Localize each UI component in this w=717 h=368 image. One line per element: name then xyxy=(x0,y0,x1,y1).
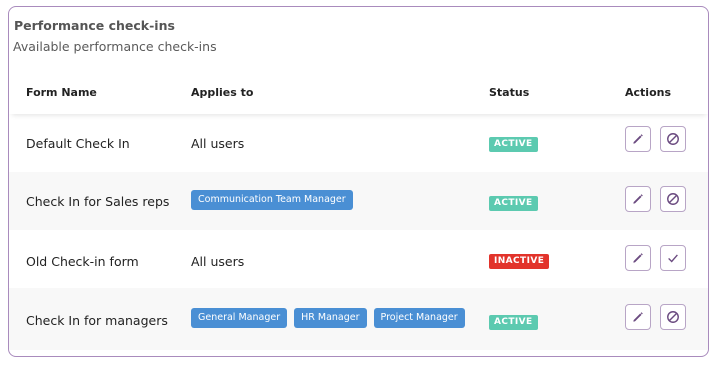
header-status: Status xyxy=(489,86,530,99)
header-applies-to: Applies to xyxy=(191,86,254,99)
role-tag: HR Manager xyxy=(294,308,367,328)
disable-icon xyxy=(667,193,679,205)
table-row: Check In for managers General Manager HR… xyxy=(9,288,708,350)
applies-to-tags: Communication Team Manager xyxy=(191,190,353,210)
applies-to-text: All users xyxy=(191,136,245,151)
applies-to-text: All users xyxy=(191,254,245,269)
edit-button[interactable] xyxy=(625,245,651,271)
card-title: Performance check-ins xyxy=(14,18,175,33)
disable-icon xyxy=(667,311,679,323)
pencil-icon xyxy=(633,253,643,263)
header-form-name: Form Name xyxy=(26,86,97,99)
edit-button[interactable] xyxy=(625,186,651,212)
edit-button[interactable] xyxy=(625,304,651,330)
table-row: Old Check-in form All users INACTIVE xyxy=(9,230,708,288)
activate-button[interactable] xyxy=(660,245,686,271)
applies-to-tags: General Manager HR Manager Project Manag… xyxy=(191,308,465,328)
status-badge: ACTIVE xyxy=(489,137,538,152)
checkins-card: Performance check-ins Available performa… xyxy=(8,6,709,357)
pencil-icon xyxy=(633,134,643,144)
role-tag: Project Manager xyxy=(373,308,465,328)
form-name: Old Check-in form xyxy=(26,254,139,269)
disable-button[interactable] xyxy=(660,186,686,212)
disable-icon xyxy=(667,133,679,145)
role-tag: Communication Team Manager xyxy=(191,190,353,210)
status-badge: INACTIVE xyxy=(489,254,550,269)
edit-button[interactable] xyxy=(625,126,651,152)
checkmark-icon xyxy=(668,254,678,263)
table-row: Check In for Sales reps Communication Te… xyxy=(9,172,708,230)
form-name: Default Check In xyxy=(26,136,130,151)
disable-button[interactable] xyxy=(660,126,686,152)
status-badge: ACTIVE xyxy=(489,196,538,211)
pencil-icon xyxy=(633,194,643,204)
disable-button[interactable] xyxy=(660,304,686,330)
pencil-icon xyxy=(633,312,643,322)
role-tag: General Manager xyxy=(191,308,288,328)
form-name: Check In for managers xyxy=(26,313,168,328)
card-subtitle: Available performance check-ins xyxy=(13,39,217,54)
status-badge: ACTIVE xyxy=(489,315,538,330)
form-name: Check In for Sales reps xyxy=(26,194,170,209)
table-header: Form Name Applies to Status Actions xyxy=(9,67,708,114)
table-row: Default Check In All users ACTIVE xyxy=(9,114,708,172)
header-actions: Actions xyxy=(625,86,671,99)
